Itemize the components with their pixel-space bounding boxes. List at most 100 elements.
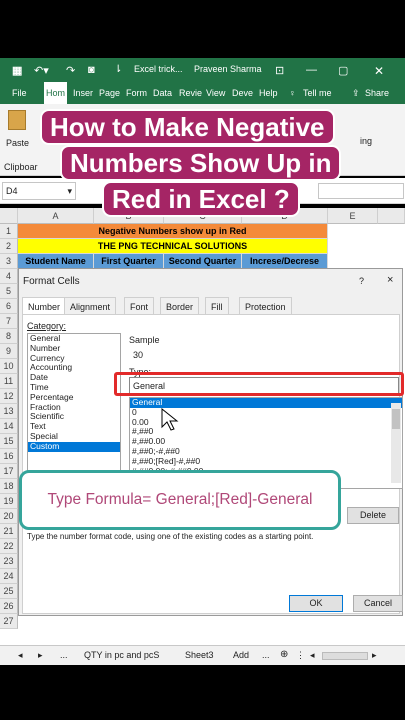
tab-page-layout[interactable]: Page (97, 82, 122, 104)
prev-sheet-icon[interactable]: ◂ (18, 650, 23, 661)
row-header[interactable]: 7 (0, 314, 18, 329)
ribbon-tabs: File Hom Inser Page Form Data Revie View… (0, 82, 405, 104)
scroll-right-icon[interactable]: ▸ (372, 650, 377, 661)
tab-file[interactable]: File (10, 82, 29, 104)
sheet-tab-sheet3[interactable]: Sheet3 (185, 650, 214, 660)
scroll-left-icon[interactable]: ◂ (310, 650, 315, 661)
paste-button[interactable]: Paste (6, 138, 29, 148)
row-header[interactable]: 1 (0, 224, 18, 239)
more-sheets[interactable]: ... (262, 650, 270, 660)
name-box-value: D4 (6, 186, 18, 196)
ok-button[interactable]: OK (289, 595, 343, 612)
sheet-tab-qty[interactable]: QTY in pc and pcS (84, 650, 159, 660)
row-header[interactable]: 2 (0, 239, 18, 254)
redo-icon[interactable]: ↷ (66, 64, 75, 77)
row-header[interactable]: 17 (0, 464, 18, 479)
row-header[interactable]: 22 (0, 539, 18, 554)
tell-me-box[interactable]: Tell me (301, 82, 334, 104)
category-item[interactable]: Custom (28, 441, 120, 452)
tab-font[interactable]: Font (124, 297, 155, 315)
horizontal-scrollbar[interactable] (322, 652, 368, 660)
share-icon[interactable]: ⇪ (350, 82, 362, 104)
tab-help[interactable]: Help (257, 82, 280, 104)
row-header[interactable]: 13 (0, 404, 18, 419)
row-header[interactable]: 9 (0, 344, 18, 359)
ribbon-display-icon[interactable]: ⊡ (275, 64, 284, 77)
tab-view[interactable]: View (204, 82, 227, 104)
minimize-icon[interactable]: — (306, 64, 317, 76)
next-sheet-icon[interactable]: ▸ (38, 650, 43, 661)
column-header-a[interactable]: A (18, 208, 94, 224)
row-header[interactable]: 14 (0, 419, 18, 434)
tab-data[interactable]: Data (151, 82, 174, 104)
subtitle-cell[interactable]: THE PNG TECHNICAL SOLUTIONS (18, 239, 328, 254)
format-list-scrollbar[interactable] (391, 403, 401, 483)
tab-number[interactable]: Number (22, 297, 67, 315)
tab-developer[interactable]: Deve (230, 82, 255, 104)
delete-button[interactable]: Delete (347, 507, 399, 524)
sheet-ellipsis[interactable]: ... (60, 650, 68, 660)
tab-formulas[interactable]: Form (124, 82, 149, 104)
row-header[interactable]: 8 (0, 329, 18, 344)
sample-value: 30 (133, 350, 144, 360)
select-all-corner[interactable] (0, 208, 18, 224)
header-cell-first-quarter[interactable]: First Quarter (94, 254, 164, 269)
name-box[interactable]: D4 ▾ (2, 182, 76, 200)
row-header[interactable]: 3 (0, 254, 18, 269)
cancel-button[interactable]: Cancel (353, 595, 403, 612)
row-header[interactable]: 25 (0, 584, 18, 599)
row-header[interactable]: 21 (0, 524, 18, 539)
column-header-e[interactable]: E (328, 208, 378, 224)
row-header[interactable]: 16 (0, 449, 18, 464)
row-header[interactable]: 24 (0, 569, 18, 584)
scrollbar-thumb[interactable] (392, 409, 400, 429)
sample-box: 30 (129, 345, 401, 363)
tab-home[interactable]: Hom (44, 82, 68, 104)
new-sheet-icon[interactable]: ⊕ (280, 649, 288, 660)
sample-label: Sample (129, 335, 160, 345)
formula-input[interactable] (318, 183, 404, 199)
customize-qat-icon[interactable]: ⇂ (114, 64, 122, 75)
camera-icon[interactable]: ◙ (88, 64, 95, 76)
lightbulb-icon[interactable]: ♀ (287, 82, 298, 104)
format-code-item[interactable]: General (130, 398, 402, 408)
editing-group-label: ing (360, 136, 373, 146)
column-header-f[interactable] (378, 208, 405, 224)
sheet-tab-bar: ◂ ▸ ... QTY in pc and pcS Sheet3 Add ...… (0, 645, 405, 665)
tab-insert[interactable]: Inser (71, 82, 95, 104)
tab-alignment[interactable]: Alignment (64, 297, 117, 315)
row-header[interactable]: 26 (0, 599, 18, 614)
row-header[interactable]: 15 (0, 434, 18, 449)
format-hint: Type the number format code, using one o… (27, 532, 314, 541)
row-header[interactable]: 11 (0, 374, 18, 389)
header-cell-second-quarter[interactable]: Second Quarter (164, 254, 242, 269)
title-cell[interactable]: Negative Numbers show up in Red (18, 224, 328, 239)
dialog-close-button[interactable]: × (387, 274, 393, 286)
tab-review[interactable]: Revie (177, 82, 204, 104)
maximize-icon[interactable]: ▢ (338, 64, 348, 77)
header-cell-student-name[interactable]: Student Name (18, 254, 94, 269)
row-header[interactable]: 27 (0, 614, 18, 629)
help-button[interactable]: ? (359, 276, 364, 286)
close-icon[interactable]: ✕ (374, 64, 384, 78)
row-header[interactable]: 10 (0, 359, 18, 374)
row-header[interactable]: 23 (0, 554, 18, 569)
row-header[interactable]: 20 (0, 509, 18, 524)
share-button[interactable]: Share (363, 82, 391, 104)
caption-line-2: Numbers Show Up in (60, 145, 342, 181)
row-header[interactable]: 19 (0, 494, 18, 509)
chevron-down-icon[interactable]: ▾ (67, 183, 72, 199)
tab-protection[interactable]: Protection (239, 297, 292, 315)
undo-icon[interactable]: ↶▾ (34, 64, 49, 77)
row-header[interactable]: 6 (0, 299, 18, 314)
paste-icon[interactable] (8, 110, 26, 130)
tab-fill[interactable]: Fill (205, 297, 229, 315)
row-header[interactable]: 4 (0, 269, 18, 284)
row-header[interactable]: 18 (0, 479, 18, 494)
row-header[interactable]: 12 (0, 389, 18, 404)
tab-border[interactable]: Border (160, 297, 200, 315)
sheet-tab-add[interactable]: Add (233, 650, 249, 660)
row-header[interactable]: 5 (0, 284, 18, 299)
header-cell-increase-decrease[interactable]: Increse/Decrese (242, 254, 328, 269)
user-name: Praveen Sharma (194, 64, 262, 74)
